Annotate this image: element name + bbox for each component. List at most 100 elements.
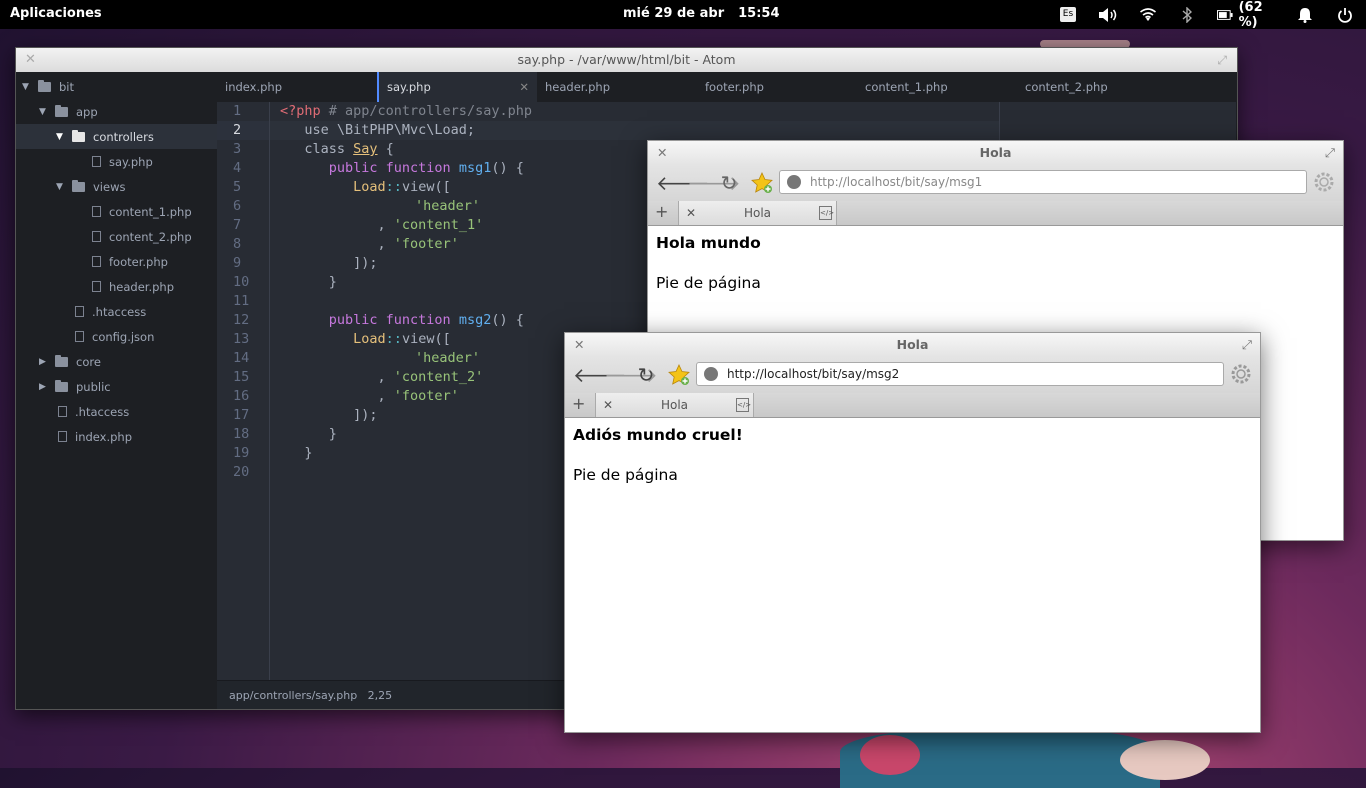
clock[interactable]: mié 29 de abr 15:54 xyxy=(623,6,794,21)
folder-icon xyxy=(55,354,68,367)
tab-content-2[interactable]: content_2.php xyxy=(1017,72,1177,102)
reload-icon[interactable]: ↻ xyxy=(718,173,740,193)
tree-folder-core[interactable]: ▶ core xyxy=(16,349,217,374)
code-line: } xyxy=(280,444,312,463)
browser-titlebar[interactable]: ✕ Hola ⤢ xyxy=(565,333,1260,357)
back-icon[interactable]: 🡐 xyxy=(573,365,627,385)
tab-label: footer.php xyxy=(705,80,764,94)
tree-folder-public[interactable]: ▶ public xyxy=(16,374,217,399)
notifications-icon[interactable] xyxy=(1297,0,1313,29)
url-input[interactable]: http://localhost/bit/say/msg1 xyxy=(779,170,1307,194)
tree-label: controllers xyxy=(93,129,154,144)
code-token: public function xyxy=(280,160,459,176)
code-token: } xyxy=(280,274,337,290)
keyboard-layout-indicator[interactable]: Es xyxy=(1059,0,1077,29)
line-number: 6 xyxy=(233,198,242,214)
view-source-icon[interactable]: </> xyxy=(736,398,751,412)
reload-icon[interactable]: ↻ xyxy=(635,365,657,385)
window-title: say.php - /var/www/html/bit - Atom xyxy=(517,52,736,67)
power-icon[interactable] xyxy=(1337,0,1353,29)
tree-label: views xyxy=(93,179,126,194)
tree-label: .htaccess xyxy=(75,404,130,419)
forward-icon[interactable]: 🡒 xyxy=(687,173,741,193)
line-number: 17 xyxy=(233,407,250,423)
code-token: ]); xyxy=(280,407,378,423)
close-icon[interactable]: ✕ xyxy=(574,333,584,357)
tree-file-htaccess[interactable]: .htaccess xyxy=(16,399,217,424)
code-token: view([ xyxy=(401,331,451,347)
view-source-icon[interactable]: </> xyxy=(819,206,834,220)
code-line: public function msg1() { xyxy=(280,159,524,178)
tab-index[interactable]: index.php xyxy=(217,72,377,102)
bookmark-star-icon[interactable] xyxy=(750,171,774,195)
code-line: 'header' xyxy=(415,197,480,216)
tree-label: header.php xyxy=(109,279,175,294)
tree-file-app-htaccess[interactable]: .htaccess xyxy=(16,299,217,324)
line-number-gutter: 1 2 3 4 5 6 7 8 9 10 11 12 13 14 15 16 1… xyxy=(217,102,270,680)
line-number: 20 xyxy=(233,464,250,480)
chevron-right-icon: ▶ xyxy=(39,356,46,367)
atom-titlebar[interactable]: ✕ say.php - /var/www/html/bit - Atom ⤢ xyxy=(16,48,1237,72)
gear-icon[interactable] xyxy=(1230,363,1252,385)
applications-menu[interactable]: Aplicaciones xyxy=(10,6,102,21)
browser-tab[interactable]: ✕ Hola </> xyxy=(678,201,837,225)
bluetooth-icon[interactable] xyxy=(1180,0,1194,29)
close-icon[interactable]: ✕ xyxy=(686,201,696,225)
tree-folder-controllers[interactable]: ▼ controllers xyxy=(16,124,217,149)
maximize-icon[interactable]: ⤢ xyxy=(1242,333,1252,357)
browser-tabbar: + ✕ Hola </> xyxy=(648,201,1343,226)
globe-icon xyxy=(787,175,801,189)
code-line: class Say { xyxy=(280,140,393,159)
tree-file-content-2[interactable]: content_2.php xyxy=(16,224,217,249)
file-icon xyxy=(92,231,101,242)
status-file-path[interactable]: app/controllers/say.php xyxy=(229,689,357,702)
tab-footer[interactable]: footer.php xyxy=(697,72,857,102)
close-icon[interactable]: ✕ xyxy=(519,72,529,102)
tree-file-footer[interactable]: footer.php xyxy=(16,249,217,274)
code-token: , xyxy=(280,236,394,252)
tab-say[interactable]: say.php ✕ xyxy=(377,72,537,102)
tree-file-say[interactable]: say.php xyxy=(16,149,217,174)
tree-folder-app[interactable]: ▼ app xyxy=(16,99,217,124)
time-label: 15:54 xyxy=(738,6,780,21)
close-icon[interactable]: ✕ xyxy=(25,48,36,72)
tree-file-header[interactable]: header.php xyxy=(16,274,217,299)
close-icon[interactable]: ✕ xyxy=(603,393,613,417)
status-cursor-position[interactable]: 2,25 xyxy=(368,689,393,702)
code-token: public function xyxy=(280,312,459,328)
close-icon[interactable]: ✕ xyxy=(657,141,667,165)
forward-icon[interactable]: 🡒 xyxy=(604,365,658,385)
maximize-icon[interactable]: ⤢ xyxy=(1325,141,1335,165)
code-token: } xyxy=(280,426,337,442)
tree-file-config[interactable]: config.json xyxy=(16,324,217,349)
window-title: Hola xyxy=(979,145,1012,160)
code-token: msg1 xyxy=(458,160,492,176)
tree-file-content-1[interactable]: content_1.php xyxy=(16,199,217,224)
back-icon[interactable]: 🡐 xyxy=(656,173,710,193)
browser-titlebar[interactable]: ✕ Hola ⤢ xyxy=(648,141,1343,165)
url-input[interactable]: http://localhost/bit/say/msg2 xyxy=(696,362,1224,386)
url-text: http://localhost/bit/say/msg1 xyxy=(810,175,983,189)
tab-header[interactable]: header.php xyxy=(537,72,697,102)
top-panel: Aplicaciones mié 29 de abr 15:54 Es (62 %… xyxy=(0,0,1366,30)
new-tab-icon[interactable]: + xyxy=(572,394,585,413)
browser-tabbar: + ✕ Hola </> xyxy=(565,393,1260,418)
new-tab-icon[interactable]: + xyxy=(655,202,668,221)
volume-icon[interactable] xyxy=(1097,0,1119,29)
tab-content-1[interactable]: content_1.php xyxy=(857,72,1017,102)
browser-tab[interactable]: ✕ Hola </> xyxy=(595,393,754,417)
line-number: 8 xyxy=(233,236,242,252)
code-token: use \BitPHP\Mvc\Load; xyxy=(280,122,476,138)
tree-folder-bit[interactable]: ▼ bit xyxy=(16,74,217,99)
line-number: 5 xyxy=(233,179,242,195)
code-token: msg2 xyxy=(458,312,492,328)
tree-folder-views[interactable]: ▼ views xyxy=(16,174,217,199)
maximize-icon[interactable]: ⤢ xyxy=(1217,48,1227,72)
battery-indicator[interactable]: (62 %) xyxy=(1217,0,1285,30)
bookmark-star-icon[interactable] xyxy=(667,363,691,387)
line-number: 7 xyxy=(233,217,242,233)
code-line: use \BitPHP\Mvc\Load; xyxy=(280,121,475,140)
tree-file-index[interactable]: index.php xyxy=(16,424,217,449)
wifi-icon[interactable] xyxy=(1138,0,1158,29)
gear-icon[interactable] xyxy=(1313,171,1335,193)
